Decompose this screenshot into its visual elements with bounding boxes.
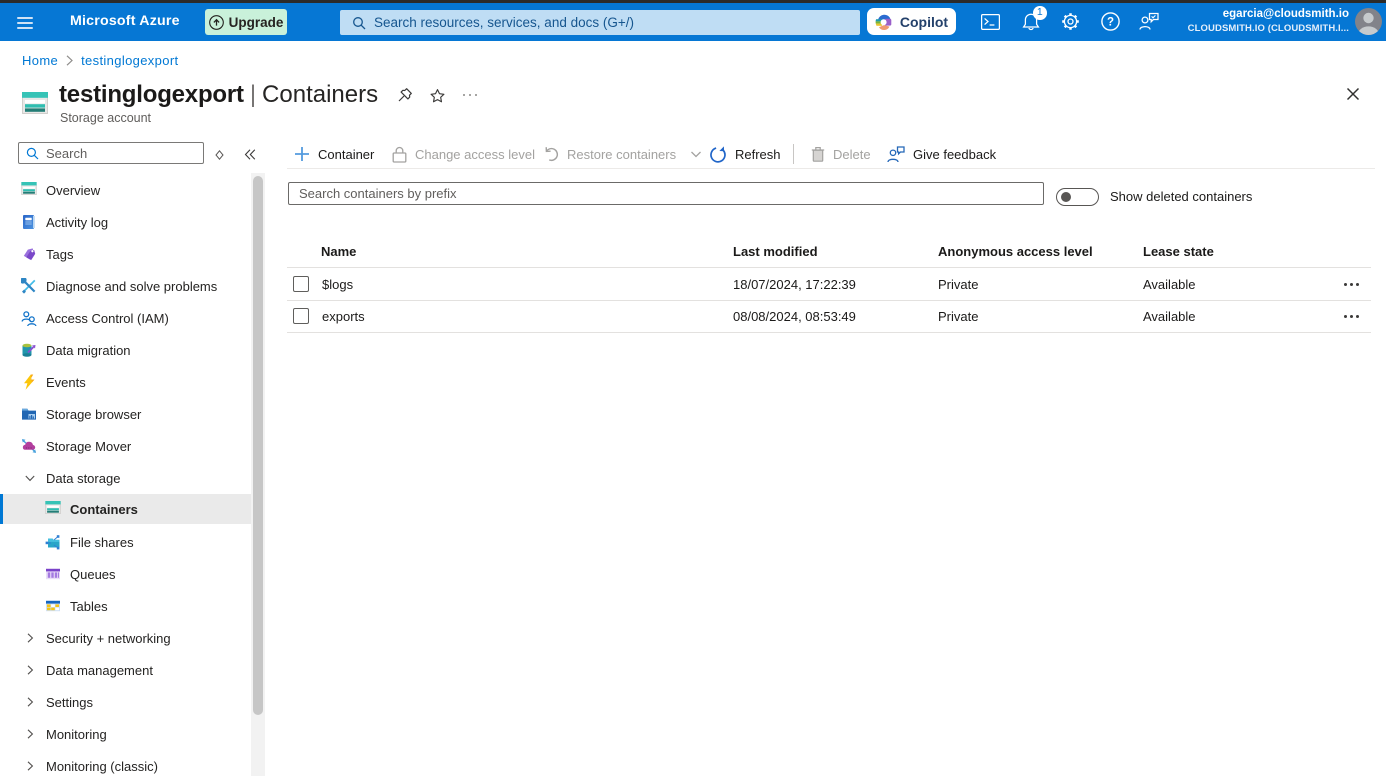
svg-text:?: ? xyxy=(1107,16,1114,28)
